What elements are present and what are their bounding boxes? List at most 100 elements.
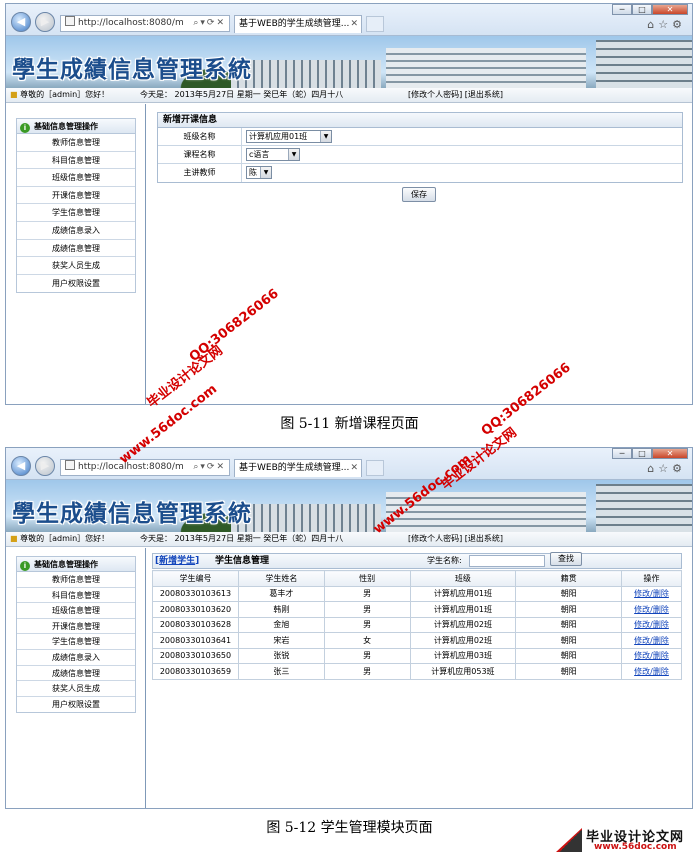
new-tab-button[interactable]	[366, 16, 384, 32]
table-row: 20080330103641 宋岩 女 计算机应用02班 朝阳 修改/删除	[152, 632, 682, 649]
edit-delete-links[interactable]: 修改/删除	[621, 585, 682, 602]
browser-tab[interactable]: 基于WEB的学生成绩管理... ✕	[234, 459, 362, 477]
address-tools-icon[interactable]: ⌕▾⟳✕	[193, 16, 226, 31]
home-star-gear-icons[interactable]: ⌂☆⚙	[647, 18, 686, 31]
student-table: 学生编号 学生姓名 性别 班级 籍贯 操作 20080330103613 葛丰才…	[152, 570, 682, 680]
edit-delete-links[interactable]: 修改/删除	[621, 601, 682, 618]
sidebar-item-student[interactable]: 学生信息管理	[17, 204, 135, 222]
site-logo: 毕业设计论文网 www.56doc.com	[556, 826, 694, 856]
address-text: http://localhost:8080/m	[78, 462, 184, 472]
column-header: 籍贯	[515, 570, 623, 587]
field-label: 课程名称	[158, 146, 242, 163]
address-bar[interactable]: http://localhost:8080/m ⌕▾⟳✕	[60, 15, 230, 32]
student-gender: 女	[323, 632, 411, 649]
sidebar-item-subject[interactable]: 科目信息管理	[17, 588, 135, 604]
class-select[interactable]: 计算机应用01班 ▼	[246, 130, 332, 143]
edit-delete-links[interactable]: 修改/删除	[621, 616, 682, 633]
sidebar-item-score-entry[interactable]: 成绩信息录入	[17, 222, 135, 240]
sidebar-item-award[interactable]: 获奖人员生成	[17, 257, 135, 275]
today-date: 今天是： 2013年5月27日 星期一 癸巳年（蛇）四月十八	[140, 90, 344, 99]
greeting: ■ 尊敬的［admin］您好！	[10, 534, 110, 543]
address-bar[interactable]: http://localhost:8080/m ⌕▾⟳✕	[60, 459, 230, 476]
student-hometown: 朝阳	[515, 647, 623, 664]
sidebar-item-permission[interactable]: 用户权限设置	[17, 697, 135, 713]
greeting: ■ 尊敬的［admin］您好！	[10, 90, 110, 99]
home-star-gear-icons[interactable]: ⌂☆⚙	[647, 462, 686, 475]
tab-title: 基于WEB的学生成绩管理...	[239, 19, 350, 29]
edit-delete-links[interactable]: 修改/删除	[621, 632, 682, 649]
student-name: 张三	[237, 663, 325, 680]
banner-building	[231, 60, 381, 88]
form-row-course: 课程名称 c语言 ▼	[158, 146, 682, 164]
close-button[interactable]: ✕	[652, 448, 688, 459]
browser-tab[interactable]: 基于WEB的学生成绩管理... ✕	[234, 15, 362, 33]
course-select[interactable]: c语言 ▼	[246, 148, 300, 161]
column-header: 操作	[621, 570, 682, 587]
window-controls: ─ □ ✕	[612, 448, 688, 459]
student-id: 20080330103659	[152, 663, 239, 680]
minimize-button[interactable]: ─	[612, 448, 632, 459]
today-date: 今天是： 2013年5月27日 星期一 癸巳年（蛇）四月十八	[140, 534, 344, 543]
sidebar-item-score-manage[interactable]: 成绩信息管理	[17, 666, 135, 682]
teacher-select[interactable]: 陈 ▼	[246, 166, 272, 179]
column-header: 学生姓名	[237, 570, 325, 587]
sidebar-item-teacher[interactable]: 教师信息管理	[17, 134, 135, 152]
back-icon[interactable]: ◀	[11, 456, 31, 476]
sidebar-menu: i 基础信息管理操作 教师信息管理 科目信息管理 班级信息管理 开课信息管理 学生…	[16, 118, 136, 294]
save-button[interactable]: 保存	[402, 187, 436, 202]
field-label: 班级名称	[158, 128, 242, 145]
edit-delete-links[interactable]: 修改/删除	[621, 647, 682, 664]
main-content: [新增学生] 学生信息管理 学生名称: 查找 学生编号 学生姓名 性别 班级 籍…	[146, 548, 692, 808]
sidebar-item-subject[interactable]: 科目信息管理	[17, 152, 135, 170]
edit-delete-links[interactable]: 修改/删除	[621, 663, 682, 680]
account-links[interactable]: [修改个人密码] [退出系统]	[408, 88, 503, 102]
sidebar-item-class[interactable]: 班级信息管理	[17, 603, 135, 619]
column-header: 学生编号	[152, 570, 239, 587]
student-id: 20080330103620	[152, 601, 239, 618]
student-id: 20080330103650	[152, 647, 239, 664]
sidebar-item-award[interactable]: 获奖人员生成	[17, 681, 135, 697]
info-icon: i	[20, 123, 30, 133]
sidebar-item-score-manage[interactable]: 成绩信息管理	[17, 240, 135, 258]
sidebar-item-permission[interactable]: 用户权限设置	[17, 275, 135, 293]
minimize-button[interactable]: ─	[612, 4, 632, 15]
sidebar-item-teacher[interactable]: 教师信息管理	[17, 572, 135, 588]
address-tools-icon[interactable]: ⌕▾⟳✕	[193, 460, 226, 475]
sidebar: i 基础信息管理操作 教师信息管理 科目信息管理 班级信息管理 开课信息管理 学生…	[6, 104, 146, 404]
sidebar-item-class[interactable]: 班级信息管理	[17, 169, 135, 187]
sidebar-item-course[interactable]: 开课信息管理	[17, 187, 135, 205]
app-banner: 學生成績信息管理系統	[6, 480, 692, 532]
tab-close-icon[interactable]: ✕	[350, 460, 358, 477]
sidebar-item-student[interactable]: 学生信息管理	[17, 634, 135, 650]
add-student-link[interactable]: [新增学生]	[155, 554, 199, 568]
banner-building	[596, 484, 692, 532]
table-row: 20080330103659 张三 男 计算机应用053班 朝阳 修改/删除	[152, 663, 682, 680]
forward-icon[interactable]: ▶	[35, 12, 55, 32]
browser-toolbar: ◀ ▶ http://localhost:8080/m ⌕▾⟳✕ 基于WEB的学…	[6, 448, 692, 480]
page-icon	[65, 460, 75, 470]
sidebar-item-score-entry[interactable]: 成绩信息录入	[17, 650, 135, 666]
search-button[interactable]: 查找	[550, 552, 582, 566]
back-icon[interactable]: ◀	[11, 12, 31, 32]
student-class: 计算机应用01班	[409, 601, 517, 618]
close-button[interactable]: ✕	[652, 4, 688, 15]
account-links[interactable]: [修改个人密码] [退出系统]	[408, 532, 503, 546]
student-gender: 男	[323, 663, 411, 680]
table-row: 20080330103650 张锐 男 计算机应用03班 朝阳 修改/删除	[152, 647, 682, 664]
student-hometown: 朝阳	[515, 663, 623, 680]
sidebar-heading: i 基础信息管理操作	[17, 557, 135, 572]
tab-close-icon[interactable]: ✕	[350, 16, 358, 33]
new-tab-button[interactable]	[366, 460, 384, 476]
student-hometown: 朝阳	[515, 632, 623, 649]
sidebar-heading: i 基础信息管理操作	[17, 119, 135, 134]
status-bar: ■ 尊敬的［admin］您好！ 今天是： 2013年5月27日 星期一 癸巳年（…	[6, 532, 692, 547]
column-header: 班级	[409, 570, 517, 587]
browser-window-students: ◀ ▶ http://localhost:8080/m ⌕▾⟳✕ 基于WEB的学…	[5, 447, 693, 809]
maximize-button[interactable]: □	[632, 4, 652, 15]
forward-icon[interactable]: ▶	[35, 456, 55, 476]
sidebar-item-course[interactable]: 开课信息管理	[17, 619, 135, 635]
search-input[interactable]	[469, 555, 545, 567]
status-bar: ■ 尊敬的［admin］您好！ 今天是： 2013年5月27日 星期一 癸巳年（…	[6, 88, 692, 103]
maximize-button[interactable]: □	[632, 448, 652, 459]
list-title: 学生信息管理	[215, 556, 270, 566]
